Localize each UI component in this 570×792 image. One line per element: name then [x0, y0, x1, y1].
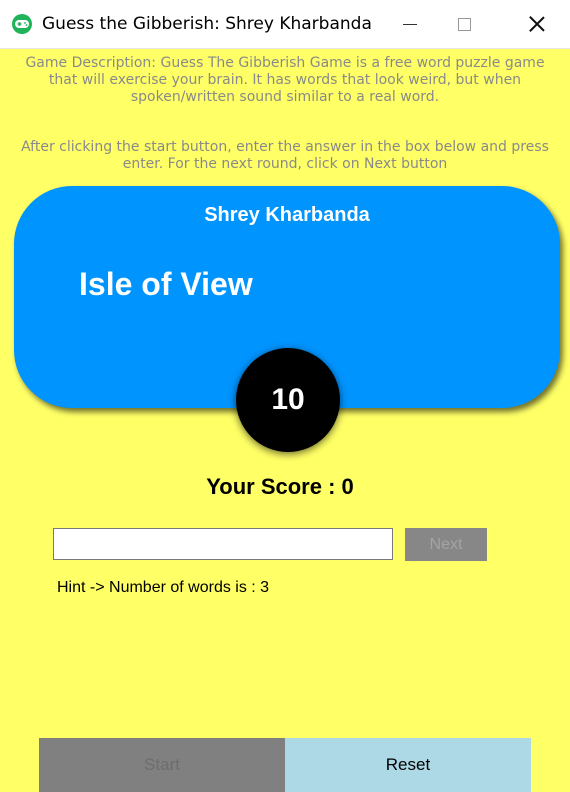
gamepad-icon	[12, 14, 32, 34]
title-bar[interactable]: Guess the Gibberish: Shrey Kharbanda	[0, 0, 570, 49]
minimize-icon	[403, 23, 417, 25]
game-window: Guess the Gibberish: Shrey Kharbanda Gam…	[0, 0, 570, 792]
start-button[interactable]: Start	[39, 738, 285, 792]
timer-value: 10	[271, 383, 305, 416]
score-label: Your Score : 0	[206, 474, 354, 499]
game-description: Game Description: Guess The Gibberish Ga…	[25, 55, 545, 105]
answer-input[interactable]	[53, 528, 393, 560]
next-button[interactable]: Next	[405, 528, 487, 561]
game-instructions: After clicking the start button, enter t…	[21, 139, 549, 172]
hint-label: Hint -> Number of words is : 3	[57, 579, 270, 596]
countdown-timer: 10	[236, 348, 340, 452]
gibberish-phrase: Isle of View	[79, 266, 253, 302]
window-title: Guess the Gibberish: Shrey Kharbanda	[42, 14, 372, 34]
close-button[interactable]	[514, 0, 560, 48]
maximize-icon	[457, 17, 471, 31]
reset-button[interactable]: Reset	[285, 738, 531, 792]
player-name: Shrey Kharbanda	[204, 204, 370, 226]
minimize-button[interactable]	[387, 0, 433, 48]
close-icon	[529, 16, 545, 32]
maximize-button[interactable]	[441, 0, 487, 48]
